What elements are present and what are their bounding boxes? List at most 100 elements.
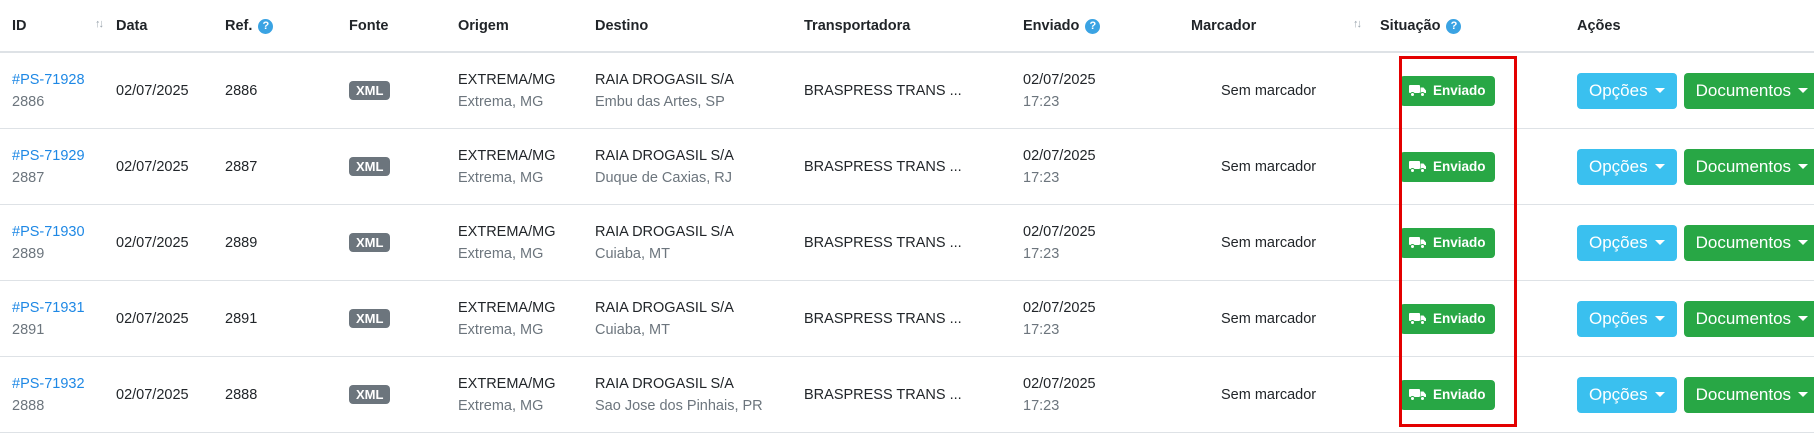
- order-id-link[interactable]: #PS-71930: [12, 224, 85, 240]
- sort-icon[interactable]: ↑↓: [1353, 18, 1362, 30]
- sent-date: 02/07/2025: [1023, 223, 1096, 240]
- caret-down-icon: [1654, 392, 1665, 397]
- status-badge[interactable]: Enviado: [1400, 151, 1495, 182]
- origin-name: EXTREMA/MG: [458, 223, 556, 240]
- help-icon[interactable]: ?: [258, 18, 274, 34]
- cell-situacao: Enviado: [1380, 356, 1559, 433]
- cell-origem: EXTREMA/MG Extrema, MG: [458, 52, 595, 129]
- truck-icon: [1409, 237, 1426, 249]
- cell-destino: RAIA DROGASIL S/A Embu das Artes, SP: [595, 52, 804, 129]
- options-button-label: Opções: [1589, 80, 1648, 100]
- destination-name: RAIA DROGASIL S/A: [595, 223, 734, 240]
- header-acoes: Ações: [1559, 0, 1814, 53]
- cell-transportadora: BRASPRESS TRANS ...: [804, 128, 1023, 205]
- order-id-link[interactable]: #PS-71931: [12, 300, 85, 316]
- caret-down-icon: [1798, 392, 1809, 397]
- sent-date: 02/07/2025: [1023, 375, 1096, 392]
- help-icon[interactable]: ?: [1446, 18, 1462, 34]
- header-situacao-label: Situação: [1380, 17, 1441, 34]
- order-sub-id: 2886: [12, 93, 45, 110]
- marker-label: Sem marcador: [1221, 234, 1317, 251]
- order-id-link[interactable]: #PS-71928: [12, 72, 85, 88]
- cell-data: 02/07/2025: [116, 204, 225, 281]
- marker-label: Sem marcador: [1221, 158, 1317, 175]
- documents-button[interactable]: Documentos: [1683, 148, 1814, 185]
- origin-name: EXTREMA/MG: [458, 375, 556, 392]
- header-enviado-label: Enviado: [1023, 17, 1080, 34]
- cell-data: 02/07/2025: [116, 356, 225, 433]
- cell-enviado: 02/07/2025 17:23: [1023, 128, 1191, 205]
- table-row: #PS-71932 2888 02/07/2025 2888 XML EXTRE…: [0, 356, 1814, 433]
- cell-fonte: XML: [349, 52, 458, 129]
- truck-icon: [1409, 389, 1426, 401]
- order-id-link[interactable]: #PS-71929: [12, 148, 85, 164]
- caret-down-icon: [1798, 88, 1809, 93]
- sent-date: 02/07/2025: [1023, 147, 1096, 164]
- cell-transportadora: BRASPRESS TRANS ...: [804, 52, 1023, 129]
- status-badge[interactable]: Enviado: [1400, 379, 1495, 410]
- cell-id: #PS-71928 2886: [0, 52, 116, 129]
- header-ref: Ref.?: [225, 0, 349, 53]
- cell-acoes: Opções Documentos: [1559, 356, 1814, 433]
- cell-origem: EXTREMA/MG Extrema, MG: [458, 128, 595, 205]
- cell-fonte: XML: [349, 280, 458, 357]
- cell-situacao: Enviado: [1380, 52, 1559, 129]
- header-id[interactable]: ID ↑↓: [0, 0, 116, 53]
- cell-ref: 2886: [225, 52, 349, 129]
- truck-icon: [1409, 161, 1426, 173]
- header-transportadora: Transportadora: [804, 0, 1023, 53]
- cell-fonte: XML: [349, 356, 458, 433]
- cell-destino: RAIA DROGASIL S/A Duque de Caxias, RJ: [595, 128, 804, 205]
- origin-city: Extrema, MG: [458, 93, 544, 110]
- cell-acoes: Opções Documentos: [1559, 280, 1814, 357]
- table-row: #PS-71930 2889 02/07/2025 2889 XML EXTRE…: [0, 204, 1814, 281]
- destination-city: Sao Jose dos Pinhais, PR: [595, 397, 763, 414]
- header-destino: Destino: [595, 0, 804, 53]
- help-icon[interactable]: ?: [1085, 18, 1101, 34]
- origin-name: EXTREMA/MG: [458, 147, 556, 164]
- caret-down-icon: [1654, 240, 1665, 245]
- status-label: Enviado: [1433, 387, 1486, 402]
- status-badge[interactable]: Enviado: [1400, 227, 1495, 258]
- order-id-link[interactable]: #PS-71932: [12, 376, 85, 392]
- status-label: Enviado: [1433, 83, 1486, 98]
- options-button[interactable]: Opções: [1577, 300, 1677, 337]
- header-marcador-label: Marcador: [1191, 17, 1257, 34]
- cell-data: 02/07/2025: [116, 52, 225, 129]
- source-badge: XML: [349, 233, 391, 252]
- destination-city: Cuiaba, MT: [595, 245, 670, 262]
- destination-name: RAIA DROGASIL S/A: [595, 375, 734, 392]
- caret-down-icon: [1798, 316, 1809, 321]
- documents-button[interactable]: Documentos: [1683, 224, 1814, 261]
- cell-enviado: 02/07/2025 17:23: [1023, 52, 1191, 129]
- status-badge[interactable]: Enviado: [1400, 75, 1495, 106]
- options-button-label: Opções: [1589, 308, 1648, 328]
- header-ref-label: Ref.: [225, 17, 253, 34]
- table-header-row: ID ↑↓ Data Ref.? Fonte Origem Destino Tr…: [0, 0, 1814, 53]
- cell-marcador: Sem marcador: [1191, 356, 1380, 433]
- options-button[interactable]: Opções: [1577, 72, 1677, 109]
- sent-time: 17:23: [1023, 93, 1060, 110]
- origin-name: EXTREMA/MG: [458, 71, 556, 88]
- caret-down-icon: [1654, 88, 1665, 93]
- status-badge[interactable]: Enviado: [1400, 303, 1495, 334]
- cell-marcador: Sem marcador: [1191, 128, 1380, 205]
- sent-time: 17:23: [1023, 321, 1060, 338]
- caret-down-icon: [1654, 316, 1665, 321]
- cell-marcador: Sem marcador: [1191, 204, 1380, 281]
- sort-icon[interactable]: ↑↓: [95, 18, 104, 30]
- cell-acoes: Opções Documentos: [1559, 128, 1814, 205]
- table-row: #PS-71929 2887 02/07/2025 2887 XML EXTRE…: [0, 128, 1814, 205]
- status-label: Enviado: [1433, 311, 1486, 326]
- options-button[interactable]: Opções: [1577, 148, 1677, 185]
- options-button[interactable]: Opções: [1577, 376, 1677, 413]
- sent-time: 17:23: [1023, 245, 1060, 262]
- documents-button[interactable]: Documentos: [1683, 72, 1814, 109]
- order-sub-id: 2891: [12, 321, 45, 338]
- documents-button[interactable]: Documentos: [1683, 300, 1814, 337]
- cell-enviado: 02/07/2025 17:23: [1023, 204, 1191, 281]
- order-sub-id: 2889: [12, 245, 45, 262]
- options-button[interactable]: Opções: [1577, 224, 1677, 261]
- header-marcador[interactable]: Marcador ↑↓: [1191, 0, 1380, 53]
- documents-button[interactable]: Documentos: [1683, 376, 1814, 413]
